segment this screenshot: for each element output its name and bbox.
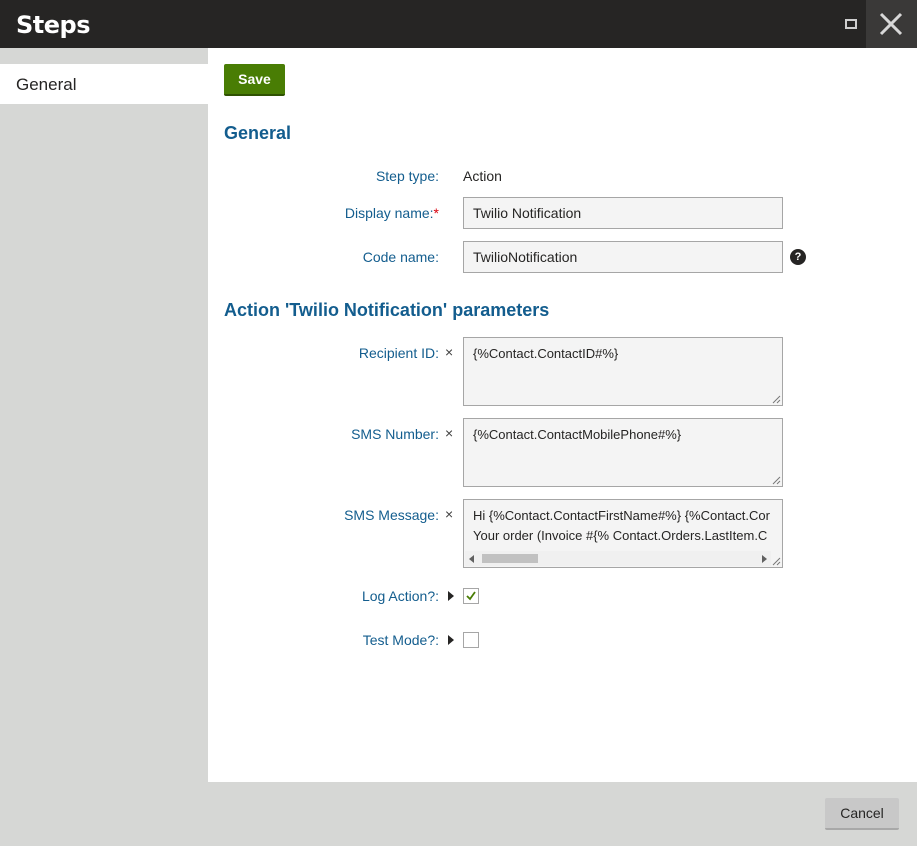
resize-grip-icon[interactable] xyxy=(771,394,781,404)
code-name-label: Code name: xyxy=(362,249,439,265)
recipient-id-field[interactable]: {%Contact.ContactID#%} xyxy=(463,337,783,406)
close-button[interactable] xyxy=(866,0,917,48)
horizontal-scrollbar[interactable] xyxy=(465,551,771,566)
maximize-icon[interactable] xyxy=(845,19,857,29)
save-button[interactable]: Save xyxy=(224,64,285,96)
recipient-id-label: Recipient ID: xyxy=(358,345,439,361)
test-mode-label: Test Mode?: xyxy=(362,632,439,648)
sms-number-field[interactable]: {%Contact.ContactMobilePhone#%} xyxy=(463,418,783,487)
display-name-label: Display name:* xyxy=(345,205,439,221)
display-name-label-text: Display name: xyxy=(344,205,434,221)
scroll-right-icon[interactable] xyxy=(762,555,767,563)
clear-icon[interactable]: × xyxy=(445,344,453,360)
sms-message-field[interactable]: Hi {%Contact.ContactFirstName#%} {%Conta… xyxy=(463,499,783,568)
help-icon[interactable]: ? xyxy=(790,249,806,265)
expand-arrow-icon[interactable] xyxy=(448,591,454,601)
log-action-checkbox[interactable] xyxy=(463,588,479,604)
parameters-heading: Action 'Twilio Notification' parameters xyxy=(224,300,550,320)
close-icon xyxy=(879,12,903,36)
sms-message-label: SMS Message: xyxy=(344,507,439,523)
window-titlebar: Steps xyxy=(0,0,917,48)
clear-icon[interactable]: × xyxy=(445,506,453,522)
sidebar-item-label: General xyxy=(16,75,77,94)
cancel-button[interactable]: Cancel xyxy=(825,798,899,830)
test-mode-checkbox[interactable] xyxy=(463,632,479,648)
window-title: Steps xyxy=(16,11,91,39)
required-marker: * xyxy=(433,205,439,221)
checkmark-icon xyxy=(466,591,476,601)
scrollbar-thumb[interactable] xyxy=(482,554,538,563)
sidebar-item-general[interactable]: General xyxy=(0,64,208,104)
log-action-label: Log Action?: xyxy=(361,588,439,604)
dialog-footer: Cancel xyxy=(0,782,917,846)
expand-arrow-icon[interactable] xyxy=(448,635,454,645)
resize-grip-icon[interactable] xyxy=(771,475,781,485)
resize-grip-icon[interactable] xyxy=(771,556,781,566)
clear-icon[interactable]: × xyxy=(445,425,453,441)
display-name-field[interactable]: Twilio Notification xyxy=(463,197,783,229)
general-heading: General xyxy=(224,123,292,143)
main-content: Save General Step type: Action Display n… xyxy=(208,48,917,782)
step-type-label: Step type: xyxy=(375,168,439,184)
scroll-left-icon[interactable] xyxy=(469,555,474,563)
sms-number-label: SMS Number: xyxy=(351,426,439,442)
sms-message-line: Your order (Invoice #{% Contact.Orders.L… xyxy=(473,528,768,543)
code-name-field[interactable]: TwilioNotification xyxy=(463,241,783,273)
sms-number-value: {%Contact.ContactMobilePhone#%} xyxy=(473,427,682,442)
sidebar: General xyxy=(0,48,208,782)
step-type-value: Action xyxy=(463,168,502,184)
sms-message-line: Hi {%Contact.ContactFirstName#%} {%Conta… xyxy=(473,508,770,523)
recipient-id-value: {%Contact.ContactID#%} xyxy=(473,346,619,361)
